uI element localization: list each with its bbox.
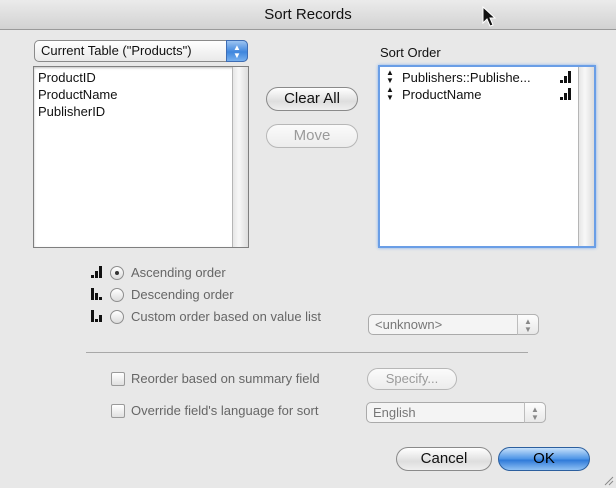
custom-order-radio[interactable] — [110, 310, 124, 324]
ascending-radio[interactable] — [110, 266, 124, 280]
value-list-popup[interactable]: <unknown> ▲ ▼ — [368, 314, 539, 335]
popup-arrows-icon: ▲ ▼ — [226, 40, 248, 62]
sort-item-label: Publishers::Publishe... — [402, 70, 531, 85]
custom-order-label: Custom order based on value list — [131, 309, 322, 324]
reorder-summary-label: Reorder based on summary field — [131, 371, 320, 386]
drag-arrows-icon: ▲ ▼ — [386, 85, 394, 102]
sort-item[interactable]: ▲ ▼ Publishers::Publishe... — [380, 69, 594, 86]
value-list-popup-value: <unknown> — [375, 317, 443, 332]
descending-order-icon — [91, 288, 102, 300]
field-item-publisherid[interactable]: PublisherID — [34, 103, 248, 120]
resize-grip-icon[interactable] — [602, 474, 614, 486]
field-item-productname[interactable]: ProductName — [34, 86, 248, 103]
clear-all-button[interactable]: Clear All — [266, 87, 358, 111]
language-popup-value: English — [373, 405, 416, 420]
window-title: Sort Records — [264, 6, 352, 23]
field-list-scrollbar[interactable] — [232, 67, 248, 247]
popup-arrows-icon: ▲ ▼ — [524, 402, 546, 423]
override-language-checkbox[interactable] — [111, 404, 125, 418]
reorder-summary-checkbox[interactable] — [111, 372, 125, 386]
ascending-order-icon — [560, 88, 571, 100]
override-language-label: Override field's language for sort — [131, 403, 319, 418]
table-popup[interactable]: Current Table ("Products") ▲ ▼ — [34, 40, 248, 62]
ok-button[interactable]: OK — [498, 447, 590, 471]
sort-item-label: ProductName — [402, 87, 482, 102]
table-popup-value: Current Table ("Products") — [41, 43, 192, 58]
sort-order-heading: Sort Order — [380, 45, 441, 60]
move-button[interactable]: Move — [266, 124, 358, 148]
ascending-order-icon — [91, 266, 102, 278]
sort-order-scrollbar[interactable] — [578, 67, 594, 246]
cancel-button[interactable]: Cancel — [396, 447, 492, 471]
popup-arrows-icon: ▲ ▼ — [517, 314, 539, 335]
field-list[interactable]: ProductID ProductName PublisherID — [33, 66, 249, 248]
radio-selected-dot — [115, 271, 119, 275]
ascending-label: Ascending order — [131, 265, 226, 280]
descending-label: Descending order — [131, 287, 234, 302]
ascending-order-icon — [560, 71, 571, 83]
separator — [86, 352, 528, 353]
drag-arrows-icon: ▲ ▼ — [386, 68, 394, 85]
specify-button[interactable]: Specify... — [367, 368, 457, 390]
sort-item[interactable]: ▲ ▼ ProductName — [380, 86, 594, 103]
window-title-bar[interactable]: Sort Records — [0, 0, 616, 30]
mouse-pointer-icon — [482, 6, 497, 27]
language-popup[interactable]: English ▲ ▼ — [366, 402, 546, 423]
descending-radio[interactable] — [110, 288, 124, 302]
sort-order-list[interactable]: ▲ ▼ Publishers::Publishe... ▲ ▼ ProductNam… — [378, 65, 596, 248]
field-item-productid[interactable]: ProductID — [34, 69, 248, 86]
custom-order-icon — [91, 310, 102, 322]
